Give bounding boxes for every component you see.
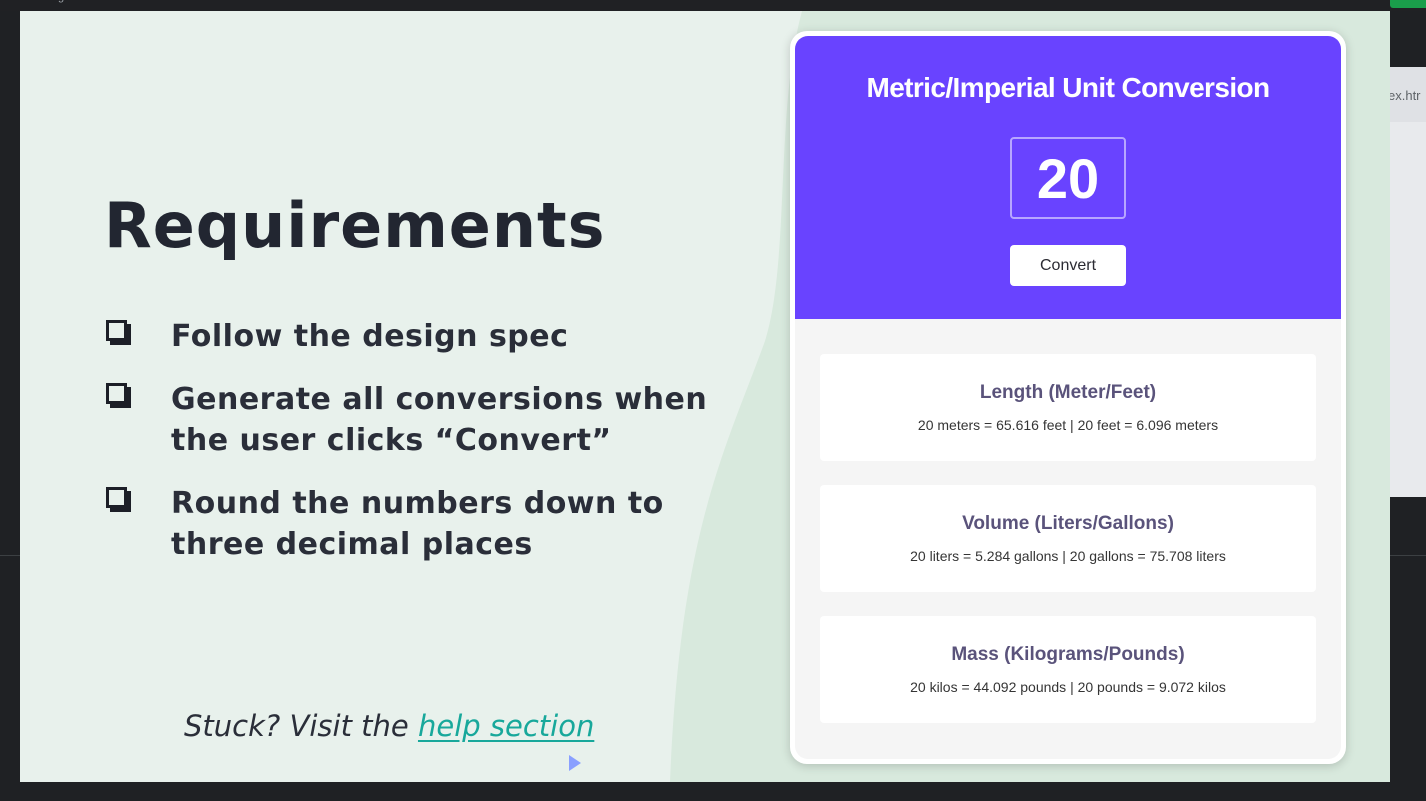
divider	[0, 555, 20, 556]
result-card-mass: Mass (Kilograms/Pounds) 20 kilos = 44.09…	[820, 616, 1316, 723]
divider	[1388, 555, 1426, 556]
background-window	[1388, 67, 1426, 497]
result-value: 20 meters = 65.616 feet | 20 feet = 6.09…	[917, 417, 1219, 433]
screen-bottom-bar	[0, 782, 1426, 801]
result-title: Length (Meter/Feet)	[979, 382, 1157, 403]
result-title: Mass (Kilograms/Pounds)	[951, 644, 1185, 665]
checkbox-icon	[106, 320, 131, 345]
checkbox-icon	[106, 383, 131, 408]
background-editor-tab[interactable]: ex.htr	[1388, 67, 1426, 122]
requirement-item: Follow the design spec	[104, 316, 744, 357]
help-prompt: Stuck? Visit the help section	[184, 709, 594, 743]
requirement-text: Follow the design spec	[171, 319, 569, 354]
requirements-list: Follow the design spec Generate all conv…	[104, 316, 744, 587]
result-value: 20 kilos = 44.092 pounds | 20 pounds = 9…	[910, 679, 1226, 695]
requirement-text-continued: three decimal places	[171, 527, 533, 562]
help-section-link[interactable]: help section	[418, 709, 594, 743]
share-indicator[interactable]	[1390, 0, 1426, 8]
browser-top-bar: g	[0, 0, 1426, 11]
result-value: 20 liters = 5.284 gallons | 20 gallons =…	[910, 548, 1226, 564]
results-list: Length (Meter/Feet) 20 meters = 65.616 f…	[795, 319, 1341, 723]
converter-header: Metric/Imperial Unit Conversion Convert	[795, 36, 1341, 319]
result-title: Volume (Liters/Gallons)	[962, 513, 1174, 534]
requirement-text-continued: the user clicks “Convert”	[171, 423, 612, 458]
result-card-volume: Volume (Liters/Gallons) 20 liters = 5.28…	[820, 485, 1316, 592]
converter-preview-card: Metric/Imperial Unit Conversion Convert …	[790, 31, 1346, 764]
window-title-fragment: g	[58, 0, 64, 3]
help-prompt-text: Stuck? Visit the	[184, 709, 418, 743]
requirement-item: Generate all conversions when the user c…	[104, 379, 744, 461]
presentation-slide: Requirements Follow the design spec Gene…	[20, 11, 1390, 782]
checkbox-icon	[106, 487, 131, 512]
slide-title: Requirements	[104, 189, 606, 262]
number-input[interactable]	[1010, 137, 1126, 219]
requirement-text: Generate all conversions when	[171, 382, 708, 417]
mouse-cursor-icon	[569, 755, 581, 771]
result-card-length: Length (Meter/Feet) 20 meters = 65.616 f…	[820, 354, 1316, 461]
app-title: Metric/Imperial Unit Conversion	[866, 72, 1270, 103]
converter-app: Metric/Imperial Unit Conversion Convert …	[795, 36, 1341, 759]
requirement-item: Round the numbers down to three decimal …	[104, 483, 744, 565]
requirement-text: Round the numbers down to	[171, 486, 664, 521]
convert-button[interactable]: Convert	[1010, 245, 1126, 286]
background-tab-label: ex.htr	[1388, 88, 1421, 103]
